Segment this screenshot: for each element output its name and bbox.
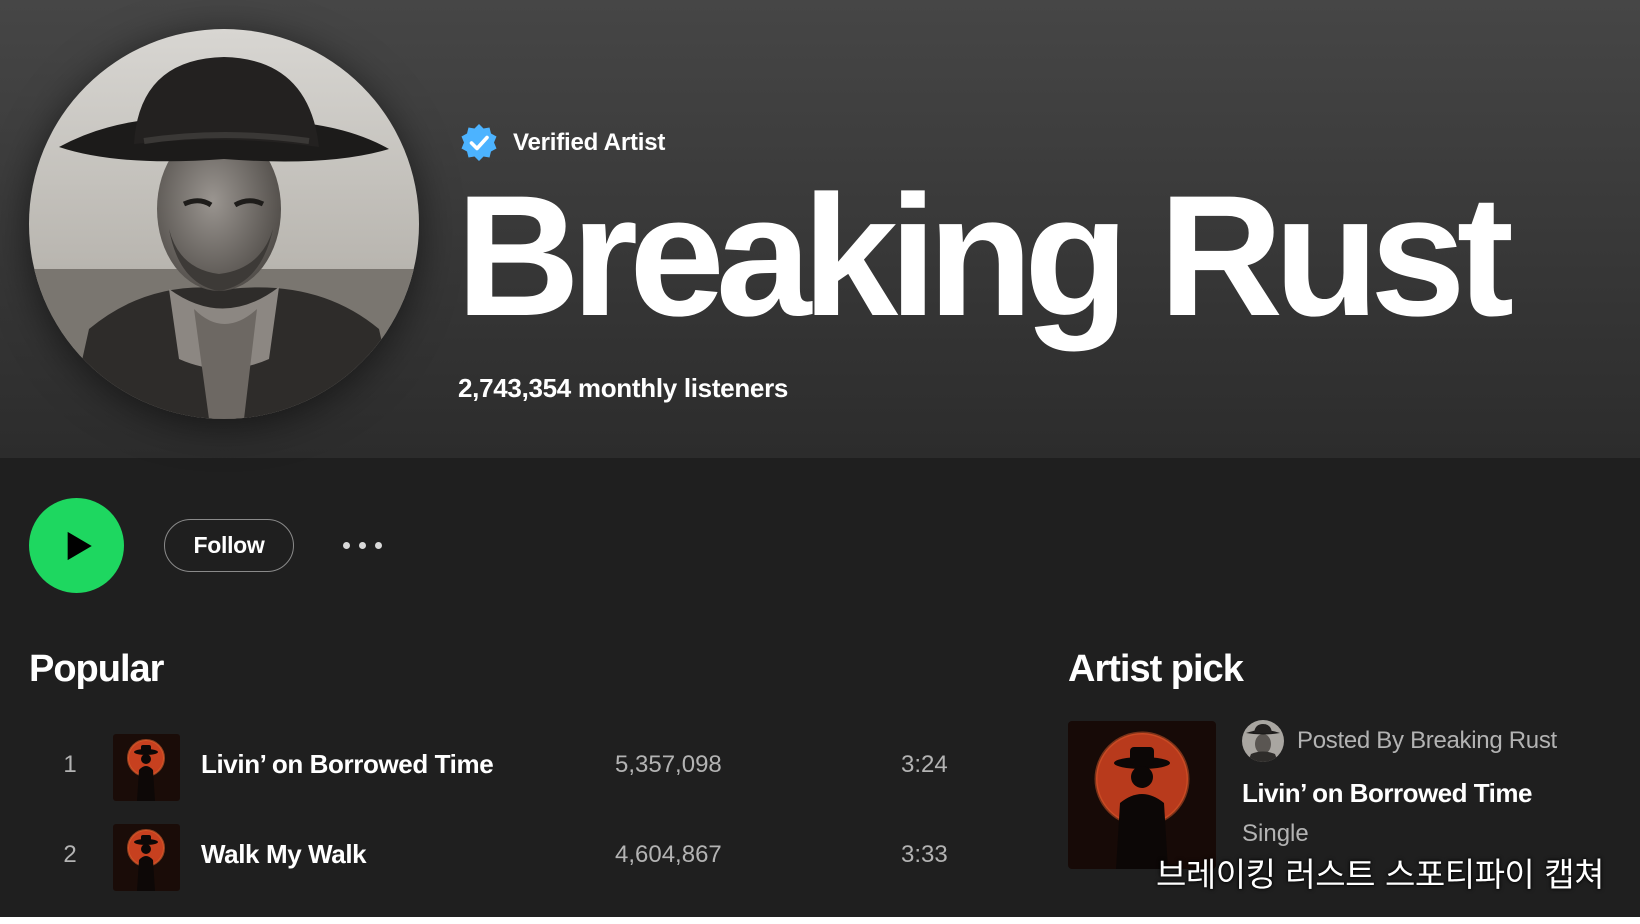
play-icon [67, 531, 92, 560]
verified-artist-badge: Verified Artist [458, 121, 665, 165]
artist-pick-section-title: Artist pick [1068, 648, 1244, 690]
more-options-button[interactable] [334, 528, 390, 562]
verified-badge-icon [461, 124, 497, 161]
image-caption: 브레이킹 러스트 스포티파이 캡쳐 [1155, 855, 1605, 894]
artist-avatar [29, 29, 419, 419]
track-title[interactable]: Livin’ on Borrowed Time [201, 749, 494, 780]
play-button[interactable] [29, 498, 124, 593]
track-rank: 2 [63, 841, 77, 868]
track-row[interactable]: 1 Livin’ on Borrowed Time 5,357,098 3:24 [29, 727, 999, 807]
artist-pick-release-type: Single [1242, 820, 1309, 847]
verified-label: Verified Artist [513, 129, 666, 156]
track-duration: 3:33 [901, 841, 948, 868]
track-cover-thumbnail [113, 824, 180, 891]
monthly-listeners: 2,743,354 monthly listeners [458, 373, 789, 403]
artist-header: Verified Artist Breaking Rust 2,743,354 … [0, 0, 1640, 458]
artist-page: Verified Artist Breaking Rust 2,743,354 … [0, 0, 1640, 917]
more-options-icon [342, 541, 350, 549]
track-play-count: 4,604,867 [615, 841, 722, 868]
popular-section-title: Popular [29, 648, 164, 690]
track-duration: 3:24 [901, 751, 948, 778]
artist-portrait-image [1242, 720, 1284, 762]
artist-name: Breaking Rust [456, 160, 1514, 352]
cowboy-moon-cover-image [113, 734, 180, 801]
more-options-icon [358, 541, 366, 549]
track-cover-thumbnail [113, 734, 180, 801]
cowboy-moon-cover-image [113, 824, 180, 891]
track-rank: 1 [63, 751, 77, 778]
track-play-count: 5,357,098 [615, 751, 722, 778]
follow-button[interactable]: Follow [164, 519, 294, 572]
artist-pick-cover[interactable] [1068, 721, 1216, 869]
more-options-icon [374, 541, 382, 549]
artist-portrait-image [29, 29, 419, 419]
artist-pick-posted-by: Posted By Breaking Rust [1242, 720, 1557, 762]
artist-mini-avatar [1242, 720, 1284, 762]
cowboy-moon-cover-image [1068, 721, 1216, 869]
track-row[interactable]: 2 Walk My Walk 4,604,867 3:33 [29, 817, 999, 897]
posted-by-label: Posted By Breaking Rust [1297, 727, 1557, 754]
track-title[interactable]: Walk My Walk [201, 839, 367, 870]
artist-pick-track-title[interactable]: Livin’ on Borrowed Time [1242, 778, 1532, 809]
